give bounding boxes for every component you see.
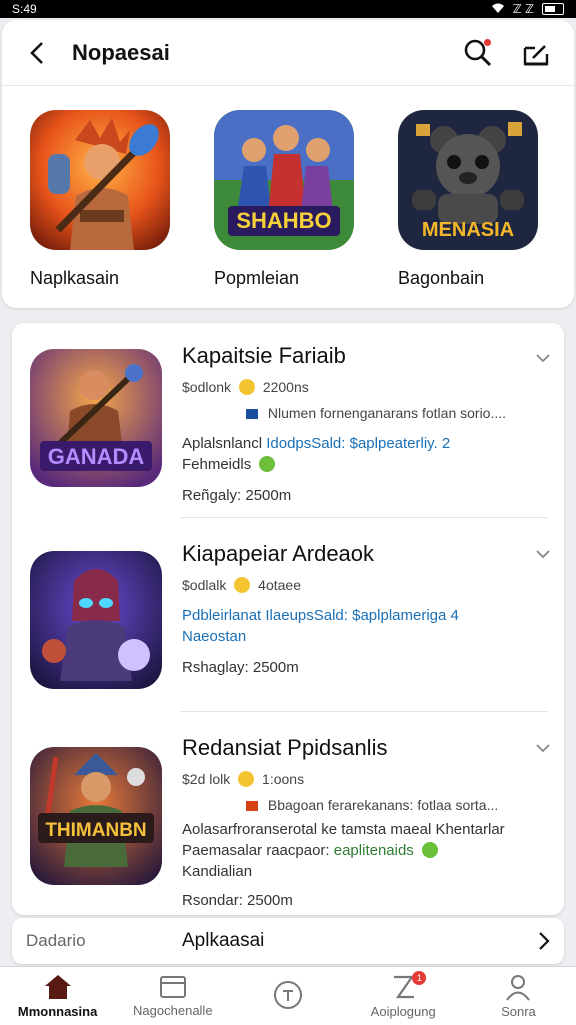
page-title: Nopaesai [72,39,170,65]
tab-profile-label: Sonra [501,1004,536,1019]
featured-item-1[interactable]: Naplkasain [30,110,180,289]
app-tagline: Nlumen fornenganarans fotlan sorio.... [267,405,507,421]
app-title: Kapaitsie Fariaib [182,343,346,368]
app-rating: Rshaglay: 2500m [182,659,299,676]
app-art-2 [30,551,162,689]
chevron-right-icon [539,932,550,950]
window-icon [159,976,186,998]
featured-label-1: Naplkasain [30,268,120,288]
flag-icon [246,409,258,419]
app-list: GANADA Kapaitsie Fariaib $odlonk 2200ns … [12,323,564,915]
wifi-icon [491,2,505,17]
svg-text:SHAHBO: SHAHBO [236,208,331,233]
app-title: Kiapapeiar Ardeaok [182,541,375,566]
tab-windows-label: Nagochenalle [133,1003,213,1018]
app-meta-text: Aolasarfroranserotal ke tamsta maeal Khe… [182,821,505,838]
battery-icon [542,3,564,15]
home-icon [44,975,71,999]
edit-button[interactable] [516,33,556,73]
app-meta-link-2[interactable]: $aplplameriga 4 [352,607,459,624]
app-count: 2200ns [262,379,309,395]
list-item[interactable]: THIMANBN Redansiat Ppidsanlis $2d lolk 1… [12,711,564,909]
signal-text: ℤ ℤ [512,2,534,16]
smile-emoji-icon [238,379,255,395]
profile-icon [506,975,531,1001]
check-emoji-icon [259,456,276,472]
strip-center-label: Aplkaasai [182,930,265,951]
search-indicator-dot [484,38,491,46]
robot-bear-art: MENASIA [398,110,538,250]
app-header: Nopaesai [2,20,574,86]
expand-button[interactable] [532,543,554,565]
app-price: $odlalk [182,577,227,593]
tab-windows[interactable]: Nagochenalle [115,967,230,1025]
strip-left-label: Dadario [26,931,86,950]
status-time: S:49 [12,2,37,16]
app-meta-link[interactable]: IdodpsSald: [266,435,345,452]
list-item[interactable]: GANADA Kapaitsie Fariaib $odlonk 2200ns … [12,323,564,517]
app-count: 4otaee [258,577,301,593]
shield-icon [274,980,302,1009]
tab-notifications-label: Aoiplogung [370,1004,436,1019]
expand-button[interactable] [532,737,554,759]
app-meta-link[interactable]: eaplitenaids [334,842,414,859]
app-art-1: GANADA [30,349,162,487]
app-meta-text-2: Fehmeidls [182,456,252,473]
smile-emoji-icon [234,577,251,593]
svg-text:MENASIA: MENASIA [422,219,514,241]
app-rating: Reñgaly: 2500m [182,487,292,504]
search-button[interactable] [458,33,498,73]
status-bar: S:49 ℤ ℤ [0,0,576,18]
app-meta-link[interactable]: Pdbleirlanat IlaeupsSald: [182,607,348,624]
tab-shield[interactable] [230,967,345,1025]
chevron-down-icon [536,744,550,753]
featured-label-3: Bagonbain [398,268,485,288]
app-title: Redansiat Ppidsanlis [182,735,388,760]
smile-emoji-icon [238,771,255,787]
chevron-down-icon [536,354,550,363]
featured-item-3[interactable]: MENASIA Bagonbain [398,110,548,289]
tab-profile[interactable]: Sonra [461,967,576,1025]
team-heroes-art: SHAHBO [214,110,354,250]
svg-text:THIMANBN: THIMANBN [45,820,146,841]
check-emoji-icon [421,842,438,858]
top-card: Nopaesai Naplkasain SHAHBO Popmleian MEN… [2,20,574,308]
featured-label-2: Popmleian [214,268,300,288]
back-button[interactable] [20,36,54,70]
app-meta-text-2: Naeostan [182,628,247,645]
app-price: $2d lolk [182,771,231,787]
edit-box-icon [523,44,549,65]
app-count: 1:oons [262,771,305,787]
tab-notifications[interactable]: 1 Aoiplogung [346,967,461,1025]
tab-home-label: Mmonnasina [17,1004,98,1019]
hero-hammer-art [30,110,170,250]
back-arrow-icon [30,41,43,64]
expand-button[interactable] [532,347,554,369]
app-art-3: THIMANBN [30,747,162,885]
featured-item-2[interactable]: SHAHBO Popmleian [214,110,364,289]
svg-text:GANADA: GANADA [48,444,145,469]
notification-badge: 1 [412,971,427,985]
app-rating: Rsondar: 2500m [182,892,293,909]
app-meta-text-3: Kandialian [182,863,253,880]
app-meta-link-2[interactable]: $aplpeaterliy. 2 [350,435,451,452]
more-apps-row[interactable]: Dadario Aplkaasai [12,918,564,964]
featured-row: Naplkasain SHAHBO Popmleian MENASIA Bago… [2,86,574,289]
chevron-down-icon [536,550,550,559]
app-meta-text-2: Paemasalar raacpaor: [182,842,330,859]
tab-home[interactable]: Mmonnasina [0,967,115,1025]
list-item[interactable]: Kiapapeiar Ardeaok $odlalk 4otaee Pdblei… [12,517,564,711]
app-price: $odlonk [182,379,232,395]
flag-icon [246,801,258,811]
app-tagline: Bbagoan ferarekanans: fotlaa sorta... [267,797,499,813]
bottom-tab-bar: Mmonnasina Nagochenalle 1 Aoiplogung Son… [0,966,576,1025]
app-meta-text: Aplalsnlancl [182,435,263,452]
